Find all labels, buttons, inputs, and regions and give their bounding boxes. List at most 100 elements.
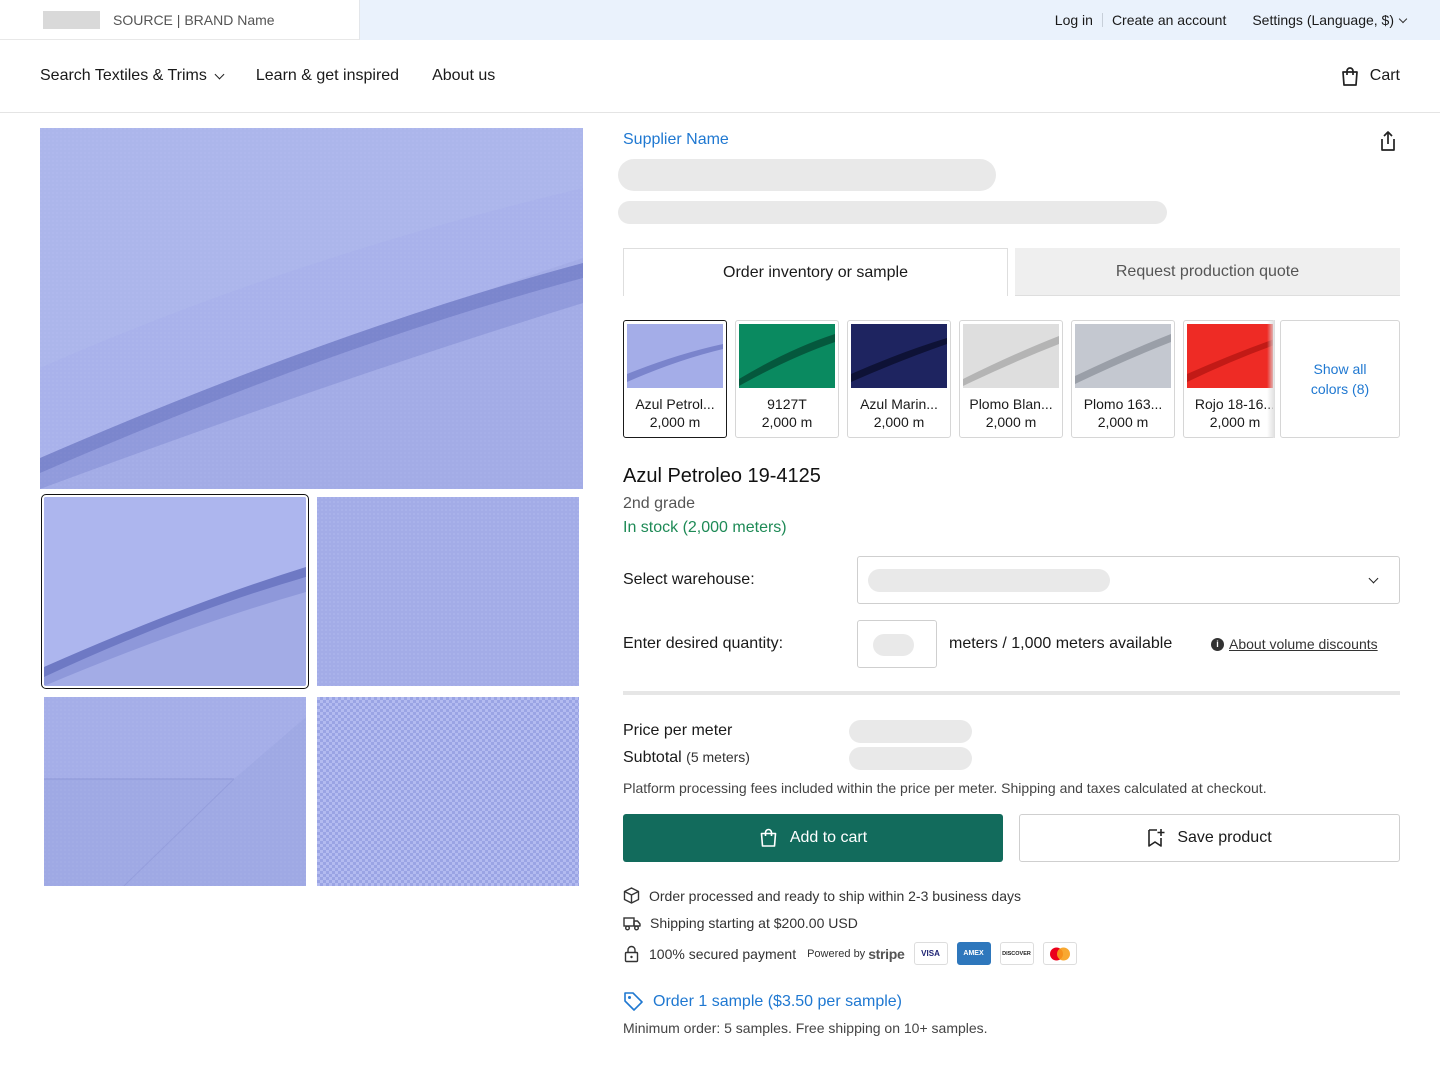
thumbnail-4[interactable]	[317, 697, 579, 886]
share-icon[interactable]	[1378, 130, 1398, 152]
scroll-fade	[1267, 320, 1275, 438]
stripe-logo: stripe	[868, 945, 905, 962]
tag-icon	[624, 992, 643, 1011]
swatch-item[interactable]: Rojo 18-16... 2,000 m	[1183, 320, 1273, 438]
product-title: Azul Petroleo 19-4125	[623, 465, 821, 487]
login-link[interactable]: Log in	[1055, 12, 1093, 28]
swatch-name: Azul Marin...	[860, 396, 938, 412]
quantity-label: Enter desired quantity:	[623, 635, 784, 652]
visa-card-icon: VISA	[913, 942, 948, 965]
swatch-image	[1187, 324, 1273, 388]
tab-order-inventory[interactable]: Order inventory or sample	[623, 248, 1008, 296]
quantity-skeleton	[873, 634, 914, 656]
logo[interactable]	[43, 10, 100, 29]
swatch-image	[963, 324, 1059, 388]
swatch-name: Azul Petrol...	[635, 396, 715, 412]
subtotal-note: (5 meters)	[686, 749, 750, 765]
lock-icon	[624, 945, 639, 962]
brand-area[interactable]: SOURCE | BRAND Name	[0, 0, 360, 40]
nav-about[interactable]: About us	[432, 67, 495, 85]
shipping-line: Shipping starting at $200.00 USD	[623, 915, 858, 931]
ship-info-text: Order processed and ready to ship within…	[649, 887, 1021, 904]
shipping-text: Shipping starting at $200.00 USD	[650, 915, 858, 931]
chevron-down-icon	[1398, 14, 1408, 23]
create-account-link[interactable]: Create an account	[1112, 12, 1226, 28]
subtotal-skeleton	[849, 747, 972, 770]
warehouse-skeleton	[868, 569, 1110, 592]
truck-icon	[623, 916, 641, 930]
cart-button[interactable]: Cart	[1340, 66, 1400, 87]
swatch-item[interactable]: Plomo 163... 2,000 m	[1071, 320, 1175, 438]
bookmark-add-icon	[1148, 829, 1165, 847]
quantity-input[interactable]	[857, 620, 937, 668]
fees-note: Platform processing fees included within…	[623, 780, 1267, 796]
warehouse-select[interactable]	[857, 556, 1400, 604]
info-icon: i	[1211, 638, 1224, 651]
chevron-down-icon	[1368, 573, 1379, 584]
save-product-button[interactable]: Save product	[1019, 814, 1400, 862]
color-swatches: Azul Petrol... 2,000 m 9127T 2,000 m Azu…	[623, 320, 1273, 438]
nav-search-textiles[interactable]: Search Textiles & Trims	[40, 67, 225, 85]
order-sample-link[interactable]: Order 1 sample ($3.50 per sample)	[623, 991, 902, 1012]
title-skeleton	[618, 159, 996, 191]
nav-learn[interactable]: Learn & get inspired	[256, 67, 399, 85]
add-to-cart-button[interactable]: Add to cart	[623, 814, 1003, 862]
thumbnail-2[interactable]	[317, 497, 579, 686]
swatch-qty: 2,000 m	[873, 414, 925, 430]
settings-dropdown[interactable]: Settings (Language, $)	[1252, 12, 1408, 28]
swatch-item[interactable]: 9127T 2,000 m	[735, 320, 839, 438]
add-to-cart-label: Add to cart	[789, 829, 868, 846]
swatch-name: Rojo 18-16...	[1194, 396, 1273, 412]
powered-by-text: Powered by	[807, 947, 866, 960]
amex-card-icon: AMEX	[956, 942, 991, 965]
secure-payment-line: 100% secured payment Powered by stripe V…	[623, 942, 1077, 965]
shopping-bag-icon	[1341, 66, 1358, 86]
swatch-qty: 2,000 m	[1097, 414, 1149, 430]
shopping-bag-icon	[760, 828, 777, 847]
swatch-qty: 2,000 m	[761, 414, 813, 430]
swatch-qty: 2,000 m	[649, 414, 701, 430]
discover-card-icon: DISCOVER	[999, 942, 1034, 965]
subtotal-text: Subtotal	[623, 749, 682, 766]
brand-name: SOURCE | BRAND Name	[113, 11, 275, 28]
swatch-qty: 2,000 m	[985, 414, 1037, 430]
order-sample-label: Order 1 sample ($3.50 per sample)	[653, 992, 902, 1010]
swatch-item[interactable]: Plomo Blan... 2,000 m	[959, 320, 1063, 438]
main-navigation: Search Textiles & Trims Learn & get insp…	[0, 40, 1440, 113]
price-per-meter-label: Price per meter	[623, 722, 733, 739]
minimum-order-note: Minimum order: 5 samples. Free shipping …	[623, 1020, 988, 1036]
nav-search-label: Search Textiles & Trims	[40, 67, 207, 84]
swatch-item[interactable]: Azul Petrol... 2,000 m	[623, 320, 727, 438]
swatch-name: 9127T	[767, 396, 807, 412]
section-divider	[623, 691, 1400, 695]
swatch-name: Plomo 163...	[1083, 396, 1163, 412]
save-product-label: Save product	[1177, 829, 1272, 846]
price-skeleton	[849, 720, 972, 743]
stock-status: In stock (2,000 meters)	[623, 519, 787, 536]
subtotal-label: Subtotal (5 meters)	[623, 749, 750, 767]
volume-discounts-link[interactable]: About volume discounts	[1229, 636, 1378, 652]
thumbnail-3[interactable]	[44, 697, 306, 886]
show-all-colors-button[interactable]: Show all colors (8)	[1280, 320, 1400, 438]
meters-available: meters / 1,000 meters available	[949, 635, 1173, 652]
main-product-image[interactable]	[40, 128, 583, 489]
top-utility-bar: SOURCE | BRAND Name Log in Create an acc…	[0, 0, 1440, 40]
account-links: Log in Create an account Settings (Langu…	[360, 0, 1440, 40]
settings-label: Settings (Language, $)	[1252, 12, 1394, 28]
mastercard-icon	[1042, 942, 1077, 965]
package-icon	[623, 887, 640, 904]
swatch-item[interactable]: Azul Marin... 2,000 m	[847, 320, 951, 438]
swatch-image	[1075, 324, 1171, 388]
thumbnail-1[interactable]	[41, 494, 309, 689]
subtitle-skeleton	[618, 201, 1167, 224]
warehouse-label: Select warehouse:	[623, 571, 755, 588]
tab-production-quote[interactable]: Request production quote	[1015, 248, 1400, 296]
stripe-badge: Powered by stripe	[807, 945, 905, 962]
chevron-down-icon	[214, 69, 225, 79]
swatch-image	[627, 324, 723, 388]
swatch-qty: 2,000 m	[1209, 414, 1261, 430]
supplier-link[interactable]: Supplier Name	[623, 131, 729, 149]
swatch-image	[739, 324, 835, 388]
swatch-image	[851, 324, 947, 388]
swatch-name: Plomo Blan...	[969, 396, 1053, 412]
